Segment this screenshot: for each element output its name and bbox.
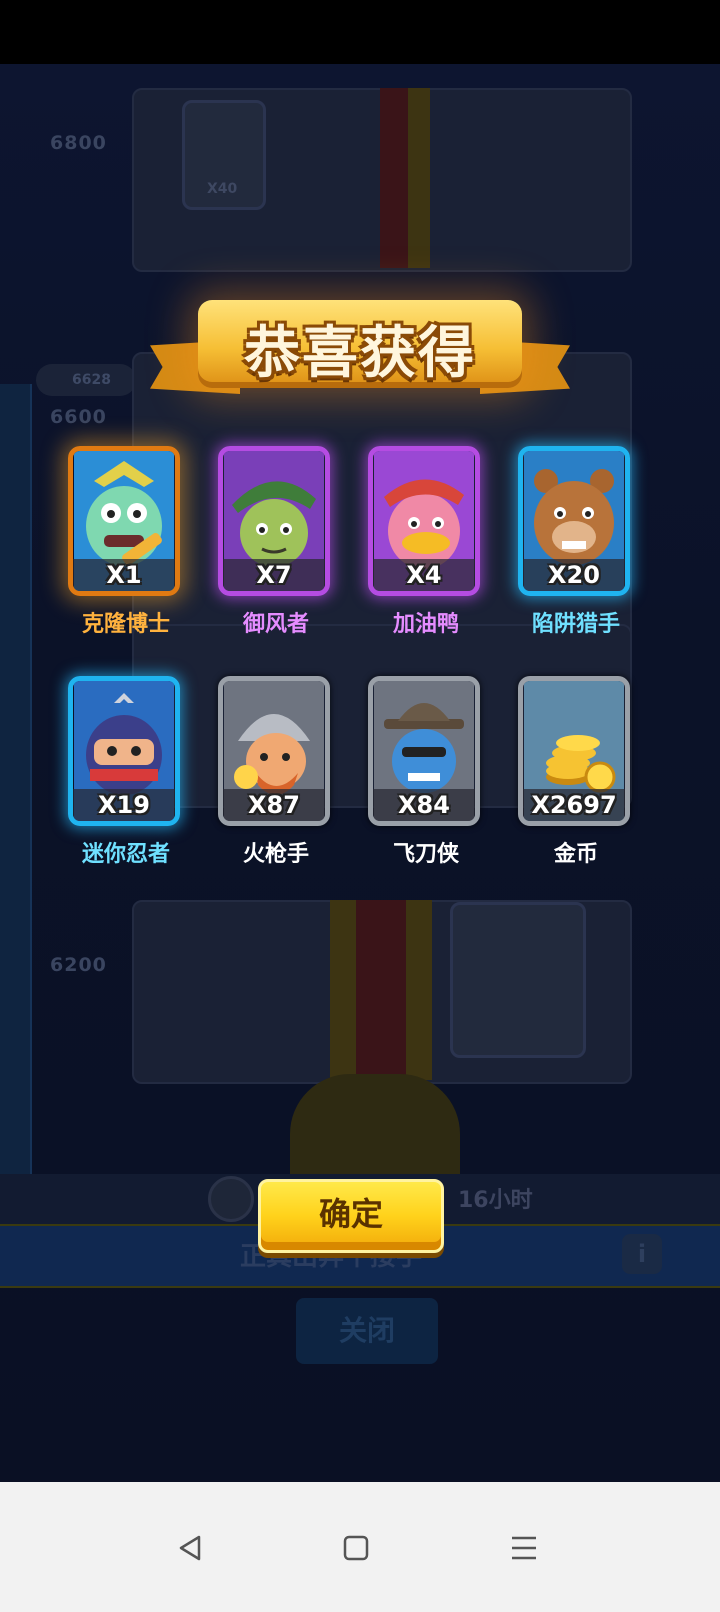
card-frame: X20 <box>518 446 630 596</box>
reward-count: X20 <box>523 559 625 591</box>
reward-card-fuel-duck[interactable]: X4 加油鸭 <box>356 446 496 646</box>
reward-count: X87 <box>223 789 325 821</box>
reward-name: 陷阱猎手 <box>531 612 620 637</box>
banner-title: 恭喜获得 <box>244 321 476 386</box>
system-nav-bar <box>0 1482 720 1612</box>
reward-name: 火枪手 <box>242 842 309 867</box>
reward-card-trap-hunter[interactable]: X20 陷阱猎手 <box>506 446 646 646</box>
progress-track <box>0 384 32 1284</box>
reward-card-wind-rider[interactable]: X7 御风者 <box>206 446 346 646</box>
back-button[interactable] <box>160 1518 220 1578</box>
card-frame: X2697 <box>518 676 630 826</box>
status-bar <box>0 0 720 64</box>
reward-count: X84 <box>373 789 475 821</box>
reward-count: X2697 <box>523 789 625 821</box>
reward-card-clone-doctor[interactable]: X1 克隆博士 <box>56 446 196 646</box>
menu-lines-icon <box>512 1536 536 1560</box>
timer-text: 16小时 <box>458 1188 533 1213</box>
info-icon: i <box>622 1234 662 1274</box>
reward-name: 加油鸭 <box>392 612 459 637</box>
reward-name: 飞刀侠 <box>392 842 459 867</box>
reward-name: 迷你忍者 <box>81 842 170 867</box>
banner-plate: 恭喜获得 <box>198 300 522 388</box>
reward-card-gold-coins[interactable]: X2697 金币 <box>506 676 646 876</box>
trophy-badge: 6628 <box>36 364 136 396</box>
card-frame: X19 <box>68 676 180 826</box>
clock-icon <box>208 1176 254 1222</box>
reward-card-knife-thrower[interactable]: X84 飞刀侠 <box>356 676 496 876</box>
back-triangle-icon <box>179 1535 201 1561</box>
reward-name: 金币 <box>553 842 598 867</box>
home-square-icon <box>343 1535 369 1561</box>
reward-name: 克隆博士 <box>81 612 170 637</box>
close-button: 关闭 <box>296 1298 438 1364</box>
chest-slot: X40 <box>182 100 266 210</box>
card-frame: X84 <box>368 676 480 826</box>
card-frame: X7 <box>218 446 330 596</box>
confirm-button[interactable]: 确定 <box>258 1179 444 1253</box>
recents-button[interactable] <box>494 1518 554 1578</box>
milestone-label: 6800 <box>50 132 107 154</box>
card-frame: X4 <box>368 446 480 596</box>
reward-card-mini-ninja[interactable]: X19 迷你忍者 <box>56 676 196 876</box>
congrats-banner: 恭喜获得 <box>150 300 570 410</box>
chest-slot <box>450 902 586 1058</box>
reward-count: X19 <box>73 789 175 821</box>
card-frame: X1 <box>68 446 180 596</box>
milestone-label: 6600 <box>50 406 107 428</box>
reward-count: X7 <box>223 559 325 591</box>
reward-card-musketeer[interactable]: X87 火枪手 <box>206 676 346 876</box>
milestone-label: 6200 <box>50 954 107 976</box>
reward-count: X1 <box>73 559 175 591</box>
home-button[interactable] <box>326 1518 386 1578</box>
reward-name: 御风者 <box>242 612 309 637</box>
reward-count: X4 <box>373 559 475 591</box>
card-frame: X87 <box>218 676 330 826</box>
